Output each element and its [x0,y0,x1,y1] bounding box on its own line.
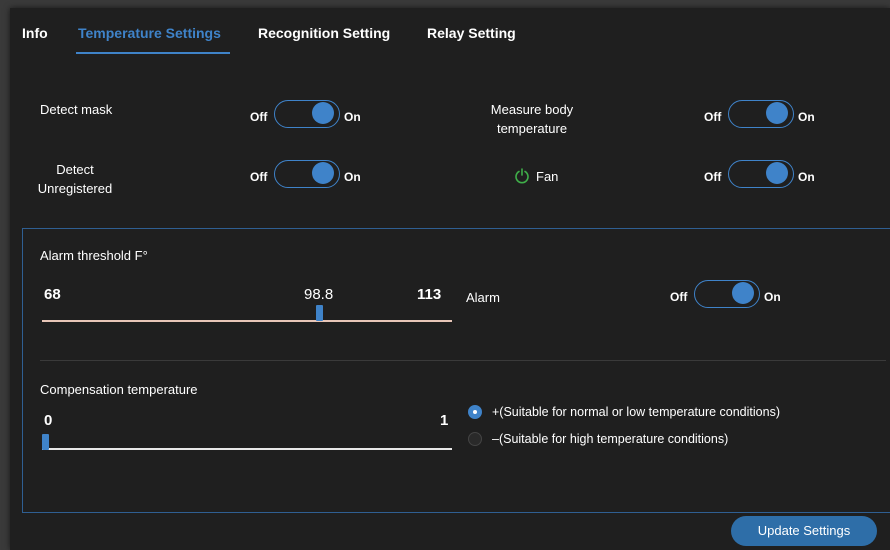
toggle-off-label: Off [670,290,688,304]
compensation-max: 1 [440,412,449,429]
toggle-on-label: On [798,110,815,124]
section-divider [40,360,886,361]
compensation-slider-track[interactable] [42,448,452,450]
fan-label: Fan [536,169,559,184]
toggle-off-label: Off [250,110,268,124]
tab-temperature-settings[interactable]: Temperature Settings [78,25,221,41]
measure-body-label-line1: Measure body [490,102,574,117]
alarm-threshold-min: 68 [44,286,61,303]
measure-body-label-line2: temperature [496,121,568,136]
alarm-label: Alarm [466,290,500,305]
compensation-temperature-label: Compensation temperature [40,382,198,397]
alarm-threshold-slider-track[interactable] [42,320,452,322]
measure-body-temperature-label: Measure body temperature [472,100,592,138]
tab-info[interactable]: Info [22,25,48,41]
toggle-knob[interactable] [766,162,788,184]
toggle-on-label: On [344,110,361,124]
active-tab-indicator [76,52,230,54]
toggle-knob[interactable] [732,282,754,304]
settings-panel: Info Temperature Settings Recognition Se… [10,8,890,550]
toggle-knob[interactable] [312,162,334,184]
compensation-plus-radio[interactable] [468,405,482,419]
alarm-threshold-value: 98.8 [304,286,334,303]
toggle-on-label: On [344,170,361,184]
toggle-knob[interactable] [312,102,334,124]
toggle-off-label: Off [704,110,722,124]
toggle-on-label: On [764,290,781,304]
toggle-knob[interactable] [766,102,788,124]
power-icon [515,168,529,184]
tab-recognition-setting[interactable]: Recognition Setting [258,25,390,41]
detect-mask-toggle[interactable]: Off On [250,96,370,136]
measure-body-temperature-toggle[interactable]: Off On [704,96,824,136]
detect-unregistered-label-line1: Detect [56,162,94,177]
compensation-min: 0 [44,412,53,429]
alarm-threshold-max: 113 [417,286,442,303]
detect-mask-label: Detect mask [40,102,113,117]
toggle-off-label: Off [250,170,268,184]
compensation-minus-radio[interactable] [468,432,482,446]
detect-unregistered-label: Detect Unregistered [30,160,120,198]
update-settings-button[interactable]: Update Settings [731,516,877,546]
threshold-settings-box [22,228,890,513]
tab-bar: Info Temperature Settings Recognition Se… [10,8,890,60]
compensation-plus-label: +(Suitable for normal or low temperature… [492,405,780,419]
tab-relay-setting[interactable]: Relay Setting [427,25,516,41]
compensation-minus-label: –(Suitable for high temperature conditio… [492,432,729,446]
detect-unregistered-label-line2: Unregistered [37,181,113,196]
fan-toggle[interactable]: Off On [704,156,824,196]
toggle-on-label: On [798,170,815,184]
alarm-toggle[interactable]: Off On [670,276,790,316]
detect-unregistered-toggle[interactable]: Off On [250,156,370,196]
toggle-off-label: Off [704,170,722,184]
compensation-slider-thumb[interactable] [42,434,49,450]
alarm-threshold-label: Alarm threshold F° [40,248,148,263]
alarm-threshold-slider-thumb[interactable] [316,305,324,321]
